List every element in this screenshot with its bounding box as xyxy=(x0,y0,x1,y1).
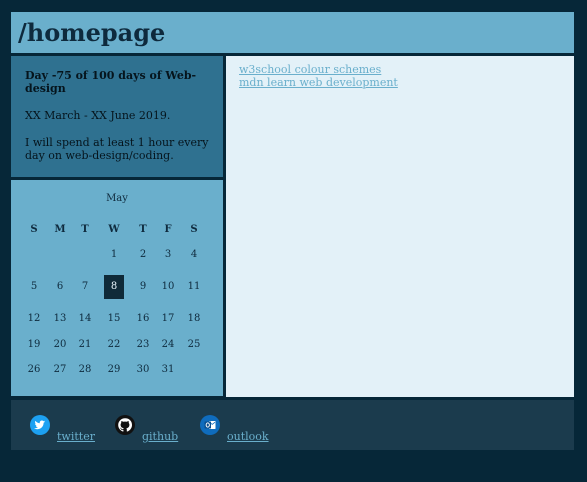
calendar-day[interactable]: 1 xyxy=(104,243,124,267)
calendar-day[interactable]: 9 xyxy=(133,275,153,299)
calendar-day[interactable]: 7 xyxy=(75,275,95,299)
calendar-day[interactable]: 14 xyxy=(75,307,95,331)
calendar-day[interactable]: 23 xyxy=(133,333,153,357)
progress-dates: XX March - XX June 2019. xyxy=(25,109,171,122)
calendar-day[interactable]: 21 xyxy=(75,333,95,357)
calendar-day[interactable]: 25 xyxy=(184,333,204,357)
calendar-month: May xyxy=(106,193,128,204)
main-content: w3school colour schemes mdn learn web de… xyxy=(226,56,574,397)
calendar-day[interactable]: 22 xyxy=(104,333,124,357)
twitter-icon xyxy=(30,415,50,435)
calendar-weekday: F xyxy=(164,224,172,235)
outlook-icon xyxy=(200,415,220,435)
calendar-day[interactable]: 15 xyxy=(104,307,124,331)
calendar-day[interactable]: 17 xyxy=(158,307,178,331)
calendar-weekday: W xyxy=(108,224,120,235)
calendar-weekday: S xyxy=(30,224,38,235)
calendar-day[interactable]: 24 xyxy=(158,333,178,357)
header: /homepage xyxy=(11,12,574,53)
calendar-day[interactable]: 27 xyxy=(50,358,70,382)
link-w3school-colour-schemes[interactable]: w3school colour schemes xyxy=(239,63,561,76)
calendar-day[interactable]: 5 xyxy=(24,275,44,299)
footer: twitter github outlook xyxy=(11,400,574,450)
calendar-day[interactable]: 19 xyxy=(24,333,44,357)
calendar-weekday: M xyxy=(54,224,66,235)
calendar-day[interactable]: 3 xyxy=(158,243,178,267)
calendar-day[interactable]: 10 xyxy=(158,275,178,299)
twitter-link[interactable]: twitter xyxy=(57,430,95,443)
calendar-day[interactable]: 29 xyxy=(104,358,124,382)
calendar-weekday: T xyxy=(81,224,89,235)
calendar-day[interactable]: 13 xyxy=(50,307,70,331)
calendar-day[interactable]: 4 xyxy=(184,243,204,267)
calendar-day[interactable]: 16 xyxy=(133,307,153,331)
page-title: /homepage xyxy=(18,18,166,47)
calendar-day-today[interactable]: 8 xyxy=(104,275,124,299)
progress-title: Day -75 of 100 days of Web-design xyxy=(25,69,197,95)
github-link[interactable]: github xyxy=(142,430,178,443)
calendar-day[interactable]: 12 xyxy=(24,307,44,331)
calendar-day[interactable]: 18 xyxy=(184,307,204,331)
calendar-day[interactable]: 2 xyxy=(133,243,153,267)
outlook-link[interactable]: outlook xyxy=(227,430,269,443)
progress-goal: I will spend at least 1 hour every day o… xyxy=(25,136,209,162)
calendar-day[interactable]: 28 xyxy=(75,358,95,382)
calendar-day[interactable]: 26 xyxy=(24,358,44,382)
github-icon xyxy=(115,415,135,435)
calendar-day[interactable]: 30 xyxy=(133,358,153,382)
calendar-weekday: T xyxy=(139,224,147,235)
progress-panel: Day -75 of 100 days of Web-design XX Mar… xyxy=(11,56,223,177)
calendar-day[interactable]: 6 xyxy=(50,275,70,299)
calendar-day[interactable]: 31 xyxy=(158,358,178,382)
calendar-weekday: S xyxy=(190,224,198,235)
calendar-day[interactable]: 20 xyxy=(50,333,70,357)
link-mdn-learn-web-development[interactable]: mdn learn web development xyxy=(239,76,561,89)
calendar: May S M T W T F S 1 2 3 4 5 6 7 8 9 10 11 12 13 14 15 16 17 18 19… xyxy=(11,180,223,396)
calendar-day[interactable]: 11 xyxy=(184,275,204,299)
